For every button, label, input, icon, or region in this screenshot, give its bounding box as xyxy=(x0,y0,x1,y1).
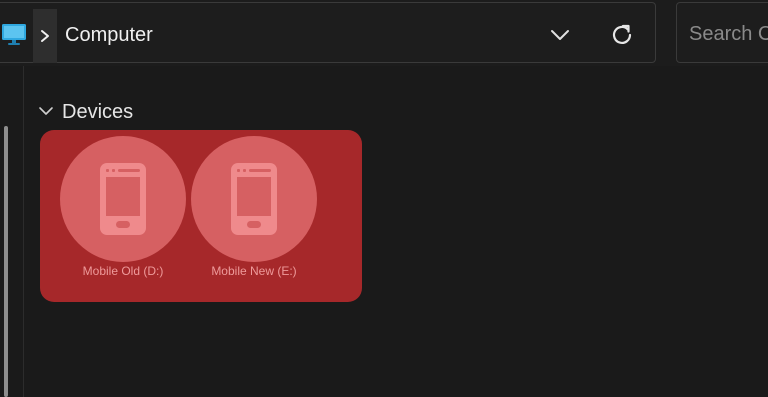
device-circle xyxy=(191,136,317,262)
breadcrumb-computer[interactable]: Computer xyxy=(65,23,153,47)
device-circle xyxy=(60,136,186,262)
devices-group-header[interactable]: Devices xyxy=(38,100,133,124)
device-label: Mobile New (E:) xyxy=(211,264,297,278)
device-label: Mobile Old (D:) xyxy=(82,264,164,278)
computer-monitor-icon[interactable] xyxy=(1,23,27,47)
smartphone-icon xyxy=(230,162,278,236)
address-bar[interactable]: Computer xyxy=(0,2,656,63)
search-input[interactable] xyxy=(689,21,768,47)
device-mobile-new[interactable]: Mobile New (E:) xyxy=(191,136,317,286)
devices-selection-highlight: Mobile Old (D:) Mobile New (E:) xyxy=(40,130,362,302)
devices-group-label: Devices xyxy=(62,101,134,123)
chevron-down-icon[interactable] xyxy=(38,103,54,121)
search-box[interactable] xyxy=(676,2,768,63)
chevron-down-icon[interactable] xyxy=(545,21,575,49)
smartphone-icon xyxy=(99,162,147,236)
breadcrumb-chevron-right-icon[interactable] xyxy=(33,9,57,63)
file-explorer-window: Computer Devices xyxy=(0,0,768,397)
device-mobile-old[interactable]: Mobile Old (D:) xyxy=(60,136,186,286)
navigation-scrollbar[interactable] xyxy=(4,126,8,397)
refresh-icon[interactable] xyxy=(605,19,639,51)
toolbar: Computer xyxy=(0,0,768,66)
